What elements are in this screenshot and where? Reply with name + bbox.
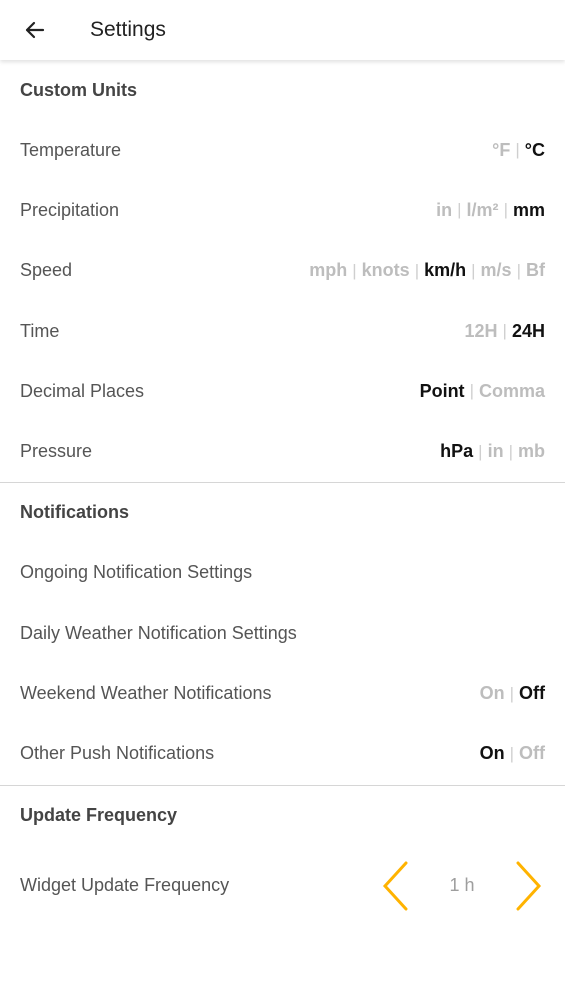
option-selector: Point | Comma — [420, 381, 545, 402]
option-24h-selected[interactable]: 24H — [512, 321, 545, 342]
option-selector: mph | knots | km/h | m/s | Bf — [309, 260, 545, 281]
settings-list: Custom Units Temperature °F | °C Precipitati… — [0, 60, 565, 926]
option-separator: | — [352, 260, 357, 280]
option-selector: °F | °C — [492, 140, 545, 161]
option-separator: | — [478, 441, 483, 461]
setting-row-decimal-places: Decimal Places Point | Comma — [0, 361, 565, 421]
setting-row-time: Time 12H | 24H — [0, 301, 565, 361]
increase-frequency-button[interactable] — [511, 860, 545, 912]
option-f[interactable]: °F — [492, 140, 510, 161]
decrease-frequency-button[interactable] — [379, 860, 413, 912]
option-12h[interactable]: 12H — [465, 321, 498, 342]
option-point-selected[interactable]: Point — [420, 381, 465, 402]
option-on-selected[interactable]: On — [480, 743, 505, 764]
row-label: Other Push Notifications — [20, 743, 215, 764]
row-label: Weekend Weather Notifications — [20, 683, 272, 704]
setting-row-speed: Speed mph | knots | km/h | m/s | Bf — [0, 241, 565, 301]
frequency-value: 1 h — [449, 875, 475, 896]
option-selector: On | Off — [480, 683, 545, 704]
option-separator: | — [509, 743, 514, 763]
option-separator: | — [508, 441, 513, 461]
option-m-s[interactable]: m/s — [481, 260, 512, 281]
row-label: Precipitation — [20, 199, 120, 220]
chevron-right-icon — [516, 861, 542, 911]
row-label: Widget Update Frequency — [20, 875, 230, 896]
option-separator: | — [469, 381, 474, 401]
option-selector: 12H | 24H — [465, 321, 545, 342]
row-label: Decimal Places — [20, 380, 145, 401]
option-selector: in | l/m² | mm — [436, 200, 545, 221]
option-selector: hPa | in | mb — [440, 441, 545, 462]
row-label: Daily Weather Notification Settings — [20, 622, 297, 643]
option-separator: | — [457, 200, 462, 220]
option-separator: | — [502, 321, 507, 341]
option-c-selected[interactable]: °C — [525, 140, 545, 161]
option-off-selected[interactable]: Off — [519, 683, 545, 704]
option-separator: | — [471, 260, 476, 280]
setting-row-weekend-weather-notifications: Weekend Weather Notifications On | Off — [0, 663, 565, 723]
option-separator: | — [503, 200, 508, 220]
option-on[interactable]: On — [480, 683, 505, 704]
option-separator: | — [509, 683, 514, 703]
row-label: Pressure — [20, 441, 93, 462]
option-off[interactable]: Off — [519, 743, 545, 764]
row-label: Temperature — [20, 139, 122, 160]
option-l-m[interactable]: l/m² — [467, 200, 499, 221]
option-mb[interactable]: mb — [518, 441, 545, 462]
ongoing-notification-settings-link[interactable]: Ongoing Notification Settings — [0, 543, 565, 603]
option-bf[interactable]: Bf — [526, 260, 545, 281]
option-separator: | — [515, 140, 520, 160]
row-label: Ongoing Notification Settings — [20, 562, 253, 583]
option-mph[interactable]: mph — [309, 260, 347, 281]
custom-units-rows: Temperature °F | °C Precipitation in | l/m² | mm S… — [0, 120, 565, 482]
chevron-left-icon — [382, 861, 408, 911]
option-in[interactable]: in — [488, 441, 504, 462]
option-comma[interactable]: Comma — [479, 381, 545, 402]
back-button[interactable] — [20, 15, 50, 45]
notification-toggle-rows: Weekend Weather Notifications On | Off Other… — [0, 663, 565, 784]
daily-weather-notification-settings-link[interactable]: Daily Weather Notification Settings — [0, 603, 565, 663]
setting-row-temperature: Temperature °F | °C — [0, 120, 565, 180]
setting-row-precipitation: Precipitation in | l/m² | mm — [0, 180, 565, 240]
page-title: Settings — [90, 18, 166, 41]
widget-update-frequency-row: Widget Update Frequency 1 h — [0, 846, 565, 926]
frequency-stepper: 1 h — [379, 860, 545, 912]
option-km-h-selected[interactable]: km/h — [424, 260, 466, 281]
arrow-left-icon — [25, 21, 45, 39]
section-header-custom-units: Custom Units — [20, 79, 137, 100]
option-hpa-selected[interactable]: hPa — [440, 441, 473, 462]
section-header-update-frequency: Update Frequency — [20, 805, 178, 826]
option-mm-selected[interactable]: mm — [513, 200, 545, 221]
app-bar: Settings — [0, 0, 565, 60]
option-knots[interactable]: knots — [362, 260, 410, 281]
row-label: Speed — [20, 260, 73, 281]
option-selector: On | Off — [480, 743, 545, 764]
setting-row-pressure: Pressure hPa | in | mb — [0, 421, 565, 481]
section-header-notifications: Notifications — [20, 502, 130, 523]
setting-row-other-push-notifications: Other Push Notifications On | Off — [0, 724, 565, 784]
option-in[interactable]: in — [436, 200, 452, 221]
option-separator: | — [414, 260, 420, 280]
row-label: Time — [20, 320, 60, 341]
option-separator: | — [516, 260, 521, 280]
